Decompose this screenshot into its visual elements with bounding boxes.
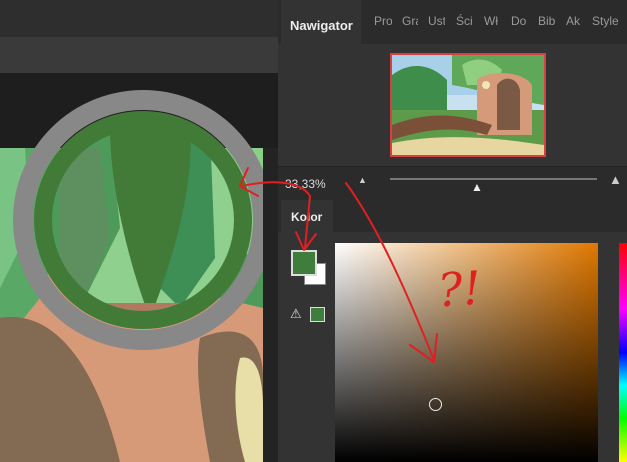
annotation-arrow-to-swatch — [304, 195, 311, 249]
annotation-text: ?! — [436, 260, 483, 318]
annotation-arrow-to-field — [345, 182, 435, 361]
annotation-arrow-head-1 — [239, 167, 259, 197]
annotation-arrow-to-loupe — [241, 181, 311, 197]
annotation-overlay — [239, 167, 438, 363]
